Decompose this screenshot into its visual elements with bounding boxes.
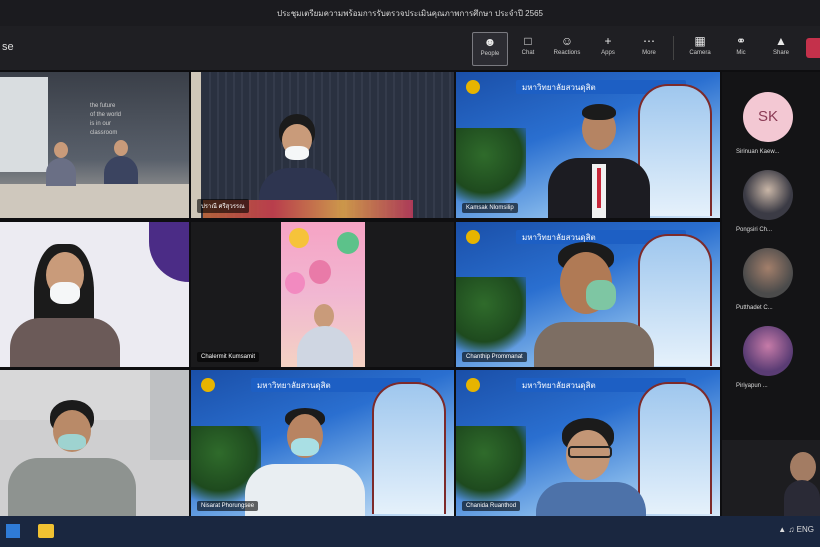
window-title: ประชุมเตรียมความพร้อมการรับตรวจประเมินคุ… <box>277 9 543 18</box>
university-logo <box>201 378 215 392</box>
reactions-icon: ☺ <box>560 34 574 48</box>
language-indicator[interactable]: ENG <box>797 525 814 534</box>
video-tile[interactable]: มหาวิทยาลัยสวนดุสิต Chanthip Prommanat <box>456 222 720 367</box>
self-view[interactable] <box>722 440 820 516</box>
university-banner-text: มหาวิทยาลัยสวนดุสิต <box>522 83 596 92</box>
video-tile[interactable]: มหาวิทยาลัยสวนดุสิต Chanida Ruanthod <box>456 370 720 516</box>
video-grid: the future of the world is in our classroom… <box>0 72 720 516</box>
mic-icon: ⚭ <box>735 34 747 48</box>
meeting-toolbar: se ☻ People □ Chat ☺ Reactions + Apps ⋯ … <box>0 26 820 70</box>
toolbar-separator <box>673 36 674 60</box>
people-label: People <box>480 51 500 57</box>
share-button[interactable]: ▲ Share <box>764 32 798 64</box>
share-label: Share <box>772 50 789 56</box>
video-tile[interactable]: มหาวิทยาลัยสวนดุสิต Kamsak Nlomsilip <box>456 72 720 218</box>
video-tile[interactable]: มหาวิทยาลัยสวนดุสิต Nisarat Phorungsee <box>191 370 454 516</box>
mic-label: Mic <box>736 50 746 56</box>
chat-label: Chat <box>521 50 535 56</box>
participant-name: Putthadet C... <box>736 305 773 311</box>
camera-icon: ▦ <box>694 34 706 48</box>
participant-name: Piriyapun ... <box>736 383 768 389</box>
participant-name-tag: Nisarat Phorungsee <box>197 501 259 511</box>
university-logo <box>466 230 480 244</box>
folder-icon[interactable] <box>38 524 54 538</box>
video-tile[interactable]: the future of the world is in our classroom <box>0 72 189 218</box>
add-icon: + <box>604 34 612 48</box>
chat-icon: □ <box>524 34 532 48</box>
video-tile[interactable] <box>0 222 189 367</box>
leave-button[interactable] <box>806 38 820 58</box>
apps-label: Apps <box>601 50 615 56</box>
reactions-label: Reactions <box>553 50 581 56</box>
windows-start-icon[interactable] <box>6 524 20 538</box>
participant-name: Pongsiri Ch... <box>736 227 773 233</box>
participant-name-tag: Chalermit Kumsamit <box>197 352 260 362</box>
chat-button[interactable]: □ Chat <box>511 32 545 64</box>
volume-icon[interactable]: ♫ <box>788 525 794 534</box>
side-participant[interactable]: Pongsiri Ch... <box>722 170 820 248</box>
reactions-button[interactable]: ☺ Reactions <box>550 32 584 64</box>
people-button[interactable]: ☻ People <box>472 32 508 66</box>
university-logo <box>466 378 480 392</box>
participant-name: Sirinuan Kaew... <box>736 149 780 155</box>
share-icon: ▲ <box>775 34 787 48</box>
video-tile[interactable]: ปราณี ศรีสุวรรณ <box>191 72 454 218</box>
side-participant[interactable]: SK Sirinuan Kaew... <box>722 92 820 170</box>
university-banner-text: มหาวิทยาลัยสวนดุสิต <box>257 381 331 390</box>
side-participant[interactable]: Piriyapun ... <box>722 326 820 404</box>
title-bar: ประชุมเตรียมความพร้อมการรับตรวจประเมินคุ… <box>0 0 820 26</box>
avatar: SK <box>743 92 793 142</box>
video-tile[interactable] <box>0 370 189 516</box>
more-button[interactable]: ⋯ More <box>632 32 666 64</box>
avatar <box>743 170 793 220</box>
more-label: More <box>642 50 656 56</box>
more-icon: ⋯ <box>643 34 655 48</box>
university-banner-text: มหาวิทยาลัยสวนดุสิต <box>522 381 596 390</box>
system-tray: ▲ ♫ ENG <box>778 525 814 534</box>
avatar <box>743 248 793 298</box>
university-logo <box>466 80 480 94</box>
people-icon: ☻ <box>483 35 497 49</box>
avatar <box>743 326 793 376</box>
side-participant[interactable]: Putthadet C... <box>722 248 820 326</box>
meeting-label: se <box>2 41 14 53</box>
participant-name-tag: Chanida Ruanthod <box>462 501 521 511</box>
apps-button[interactable]: + Apps <box>591 32 625 64</box>
participant-name-tag: ปราณี ศรีสุวรรณ <box>197 199 249 213</box>
participant-name-tag: Chanthip Prommanat <box>462 352 527 362</box>
participant-name-tag: Kamsak Nlomsilip <box>462 203 518 213</box>
video-tile[interactable]: Chalermit Kumsamit <box>191 222 454 367</box>
taskbar: ▲ ♫ ENG <box>0 516 820 547</box>
mic-button[interactable]: ⚭ Mic <box>724 32 758 64</box>
camera-label: Camera <box>689 50 711 56</box>
wifi-icon[interactable]: ▲ <box>778 525 786 534</box>
camera-button[interactable]: ▦ Camera <box>683 32 717 64</box>
